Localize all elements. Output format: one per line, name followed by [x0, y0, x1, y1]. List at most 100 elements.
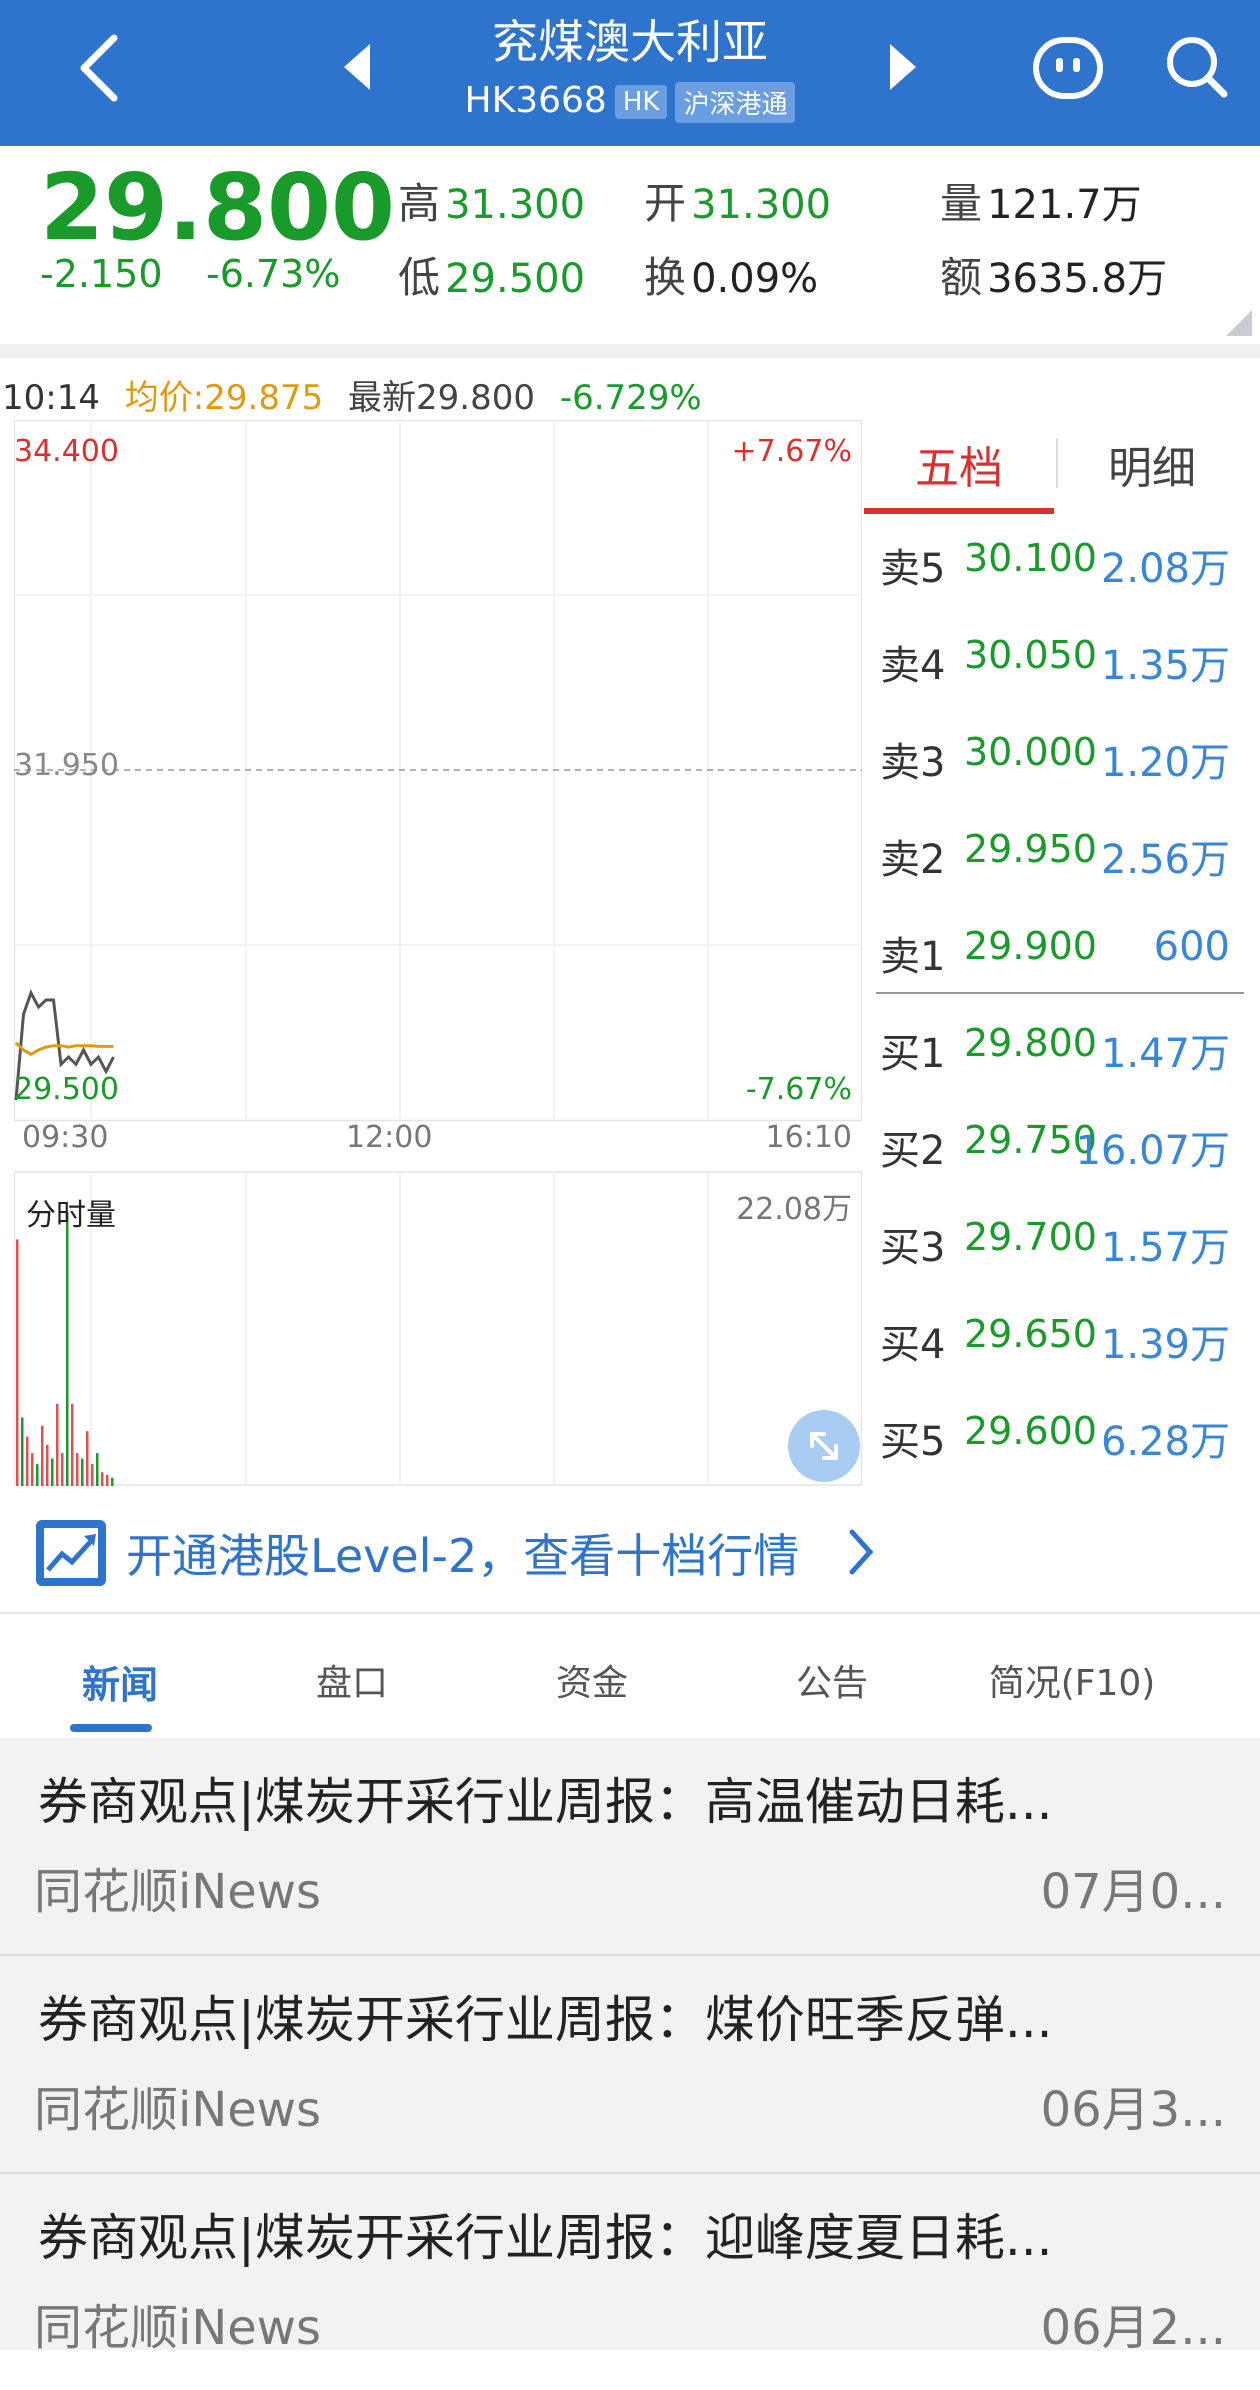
level-label: 卖1	[880, 934, 946, 980]
tab-news[interactable]: 新闻	[0, 1654, 240, 1709]
level-label: 卖2	[880, 837, 946, 883]
header-bar: 兖煤澳大利亚 HK3668 HK 沪深港通	[0, 0, 1260, 146]
pct-max-label: +7.67%	[731, 434, 852, 469]
level-label: 买1	[880, 1031, 946, 1077]
amount-field: 额 3635.8万	[940, 244, 1167, 305]
stock-code: HK3668	[464, 80, 607, 121]
ask-row[interactable]: 卖2 29.950 2.56万	[880, 827, 1240, 891]
tab-profile-f10[interactable]: 简况(F10)	[952, 1654, 1192, 1706]
bid-row[interactable]: 买4 29.650 1.39万	[880, 1312, 1240, 1376]
volume-bar	[71, 1403, 74, 1486]
volume-frame	[14, 1171, 862, 1486]
prev-stock-icon[interactable]	[340, 42, 376, 92]
turnover-value: 0.09%	[691, 256, 819, 302]
bid-row[interactable]: 买5 29.600 6.28万	[880, 1409, 1240, 1473]
news-item[interactable]: 券商观点|煤炭开采行业周报：迎峰度夏日耗... 同花顺iNews 06月2...	[0, 2174, 1260, 2390]
bid-row[interactable]: 买1 29.800 1.47万	[880, 1021, 1240, 1085]
promo-text: 开通港股Level-2，查看十档行情	[126, 1529, 800, 1583]
trend-chart-icon	[36, 1520, 106, 1586]
level-label: 买3	[880, 1225, 946, 1271]
news-item[interactable]: 券商观点|煤炭开采行业周报：高温催动日耗... 同花顺iNews 07月0...	[0, 1738, 1260, 1956]
level-label: 卖4	[880, 643, 946, 689]
ask-row[interactable]: 卖1 29.900 600	[880, 924, 1240, 988]
volume-bar	[96, 1453, 99, 1486]
back-icon[interactable]	[70, 28, 130, 108]
section-divider	[0, 344, 1260, 358]
fullscreen-icon[interactable]	[788, 1410, 860, 1482]
x-start-label: 09:30	[22, 1120, 109, 1155]
news-title: 券商观点|煤炭开采行业周报：高温催动日耗...	[38, 1773, 1053, 1831]
tab-detail[interactable]: 明细	[1060, 420, 1244, 516]
volume-field: 量 121.7万	[940, 170, 1142, 231]
volume-bar	[21, 1417, 24, 1486]
level-volume: 6.28万	[1100, 1419, 1230, 1465]
level-volume: 1.35万	[1100, 643, 1230, 689]
volume-chart-label: 分时量	[26, 1198, 116, 1233]
tab-five-levels[interactable]: 五档	[864, 420, 1054, 516]
volume-bar	[46, 1444, 49, 1486]
news-list: 券商观点|煤炭开采行业周报：高温催动日耗... 同花顺iNews 07月0...…	[0, 1738, 1260, 2356]
chat-bot-icon[interactable]	[1032, 36, 1104, 100]
open-label: 开	[644, 179, 687, 228]
high-field: 高 31.300	[398, 170, 585, 231]
tab-detail-label: 明细	[1108, 443, 1196, 494]
volume-bar	[86, 1431, 89, 1486]
news-source: 同花顺iNews	[34, 1864, 322, 1920]
amount-value: 3635.8万	[987, 256, 1168, 302]
ask-bid-divider	[876, 992, 1244, 994]
news-date: 06月3...	[1040, 2082, 1226, 2138]
market-tag: HK	[614, 85, 668, 119]
x-end-label: 16:10	[765, 1120, 852, 1155]
intraday-chart[interactable]: 34.400 +7.67% 31.950 29.500 -7.67% 09:30…	[14, 420, 862, 1486]
ask-row[interactable]: 卖3 30.000 1.20万	[880, 730, 1240, 794]
low-label: 低	[398, 253, 441, 302]
level-price: 29.950	[964, 827, 1097, 871]
amount-label: 额	[940, 253, 983, 302]
volume-bar	[41, 1425, 44, 1486]
bid-row[interactable]: 买3 29.700 1.57万	[880, 1215, 1240, 1279]
search-icon[interactable]	[1164, 34, 1230, 100]
next-stock-icon[interactable]	[884, 42, 920, 92]
volume-value: 121.7万	[987, 182, 1142, 228]
news-item[interactable]: 券商观点|煤炭开采行业周报：煤价旺季反弹... 同花顺iNews 06月3...	[0, 1956, 1260, 2174]
level-label: 买5	[880, 1419, 946, 1465]
price-change: -2.150	[40, 252, 163, 296]
level-price: 29.800	[964, 1021, 1097, 1065]
volume-label: 量	[940, 179, 983, 228]
level-price: 30.000	[964, 730, 1097, 774]
info-time: 10:14	[2, 378, 100, 418]
level-price: 30.100	[964, 536, 1097, 580]
level-volume: 1.47万	[1100, 1031, 1230, 1077]
x-mid-label: 12:00	[346, 1120, 433, 1155]
volume-bar	[51, 1458, 54, 1486]
level-label: 卖3	[880, 740, 946, 786]
volume-bar	[106, 1475, 109, 1486]
intraday-info-line: 10:14 均价:29.875 最新29.800 -6.729%	[2, 370, 702, 419]
volume-bar	[66, 1212, 69, 1486]
ask-row[interactable]: 卖4 30.050 1.35万	[880, 633, 1240, 697]
open-value: 31.300	[691, 182, 832, 228]
expand-corner-icon[interactable]	[1226, 310, 1252, 336]
level-label: 买2	[880, 1128, 946, 1174]
volume-bar	[76, 1453, 79, 1486]
tab-order-book[interactable]: 盘口	[232, 1654, 472, 1706]
ask-row[interactable]: 卖5 30.100 2.08万	[880, 536, 1240, 600]
level-volume: 1.39万	[1100, 1322, 1230, 1368]
level-price: 29.600	[964, 1409, 1097, 1453]
bid-row[interactable]: 买2 29.750 16.07万	[880, 1118, 1240, 1182]
level-label: 卖5	[880, 546, 946, 592]
pct-min-label: -7.67%	[745, 1072, 852, 1107]
y-min-label: 29.500	[14, 1072, 119, 1107]
level-volume: 1.57万	[1100, 1225, 1230, 1271]
level2-promo[interactable]: 开通港股Level-2，查看十档行情	[0, 1490, 1260, 1610]
news-source: 同花顺iNews	[34, 2082, 322, 2138]
tab-announcements[interactable]: 公告	[712, 1654, 952, 1706]
price-change-pct: -6.73%	[206, 252, 341, 296]
info-tabs: 新闻 盘口 资金 公告 简况(F10)	[0, 1614, 1260, 1736]
connect-tag: 沪深港通	[675, 81, 796, 123]
low-field: 低 29.500	[398, 244, 585, 305]
tab-active-underline	[864, 508, 1054, 514]
info-pct: -6.729%	[559, 378, 702, 418]
quote-panel: 29.800 -2.150 -6.73% 高 31.300 开 31.300 量…	[0, 146, 1260, 344]
tab-funds[interactable]: 资金	[472, 1654, 712, 1706]
